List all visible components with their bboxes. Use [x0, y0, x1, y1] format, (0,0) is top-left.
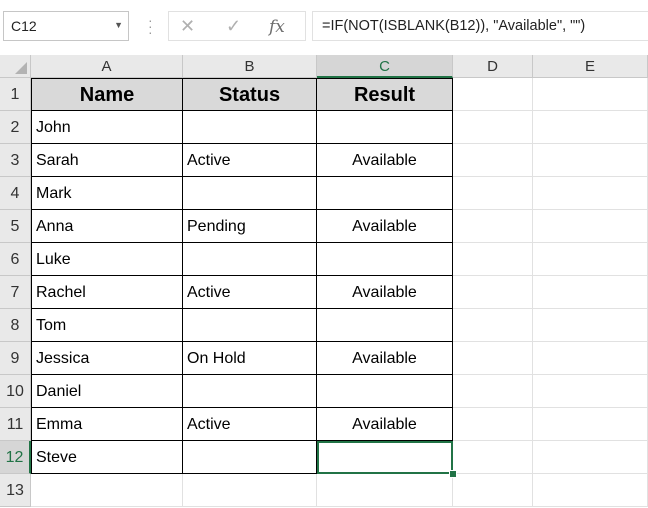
- column-header-a[interactable]: A: [31, 55, 183, 78]
- formula-buttons: ✕ ✓ fx: [168, 11, 306, 41]
- row-header-9[interactable]: 9: [0, 342, 31, 375]
- column-title-status[interactable]: Status: [183, 78, 317, 111]
- table-cell[interactable]: Active: [183, 276, 317, 309]
- enter-icon[interactable]: ✓: [226, 16, 241, 37]
- table-cell[interactable]: Active: [183, 408, 317, 441]
- chevron-down-icon[interactable]: ▼: [114, 20, 123, 30]
- table-cell[interactable]: [317, 177, 453, 210]
- table-cell[interactable]: Sarah: [31, 144, 183, 177]
- row-header-4[interactable]: 4: [0, 177, 31, 210]
- table-cell[interactable]: [183, 309, 317, 342]
- empty-cell[interactable]: [31, 474, 183, 507]
- table-cell[interactable]: Rachel: [31, 276, 183, 309]
- name-box-value: C12: [11, 18, 37, 34]
- empty-cell[interactable]: [183, 474, 317, 507]
- select-all-button[interactable]: [0, 55, 31, 78]
- row-header-7[interactable]: 7: [0, 276, 31, 309]
- empty-cell[interactable]: [533, 177, 648, 210]
- empty-cell[interactable]: [453, 210, 533, 243]
- table-cell[interactable]: Available: [317, 408, 453, 441]
- row-header-13[interactable]: 13: [0, 474, 31, 507]
- empty-cell[interactable]: [453, 408, 533, 441]
- empty-cell[interactable]: [533, 474, 648, 507]
- row-header-6[interactable]: 6: [0, 243, 31, 276]
- table-cell[interactable]: [183, 375, 317, 408]
- table-cell[interactable]: [183, 177, 317, 210]
- table-cell[interactable]: Emma: [31, 408, 183, 441]
- table-cell[interactable]: Available: [317, 276, 453, 309]
- column-title-name[interactable]: Name: [31, 78, 183, 111]
- table-cell[interactable]: Available: [317, 342, 453, 375]
- empty-cell[interactable]: [453, 144, 533, 177]
- empty-cell[interactable]: [533, 243, 648, 276]
- empty-cell[interactable]: [533, 111, 648, 144]
- formula-input[interactable]: =IF(NOT(ISBLANK(B12)), "Available", ""): [312, 11, 648, 41]
- table-cell[interactable]: Tom: [31, 309, 183, 342]
- cancel-icon[interactable]: ✕: [180, 16, 195, 37]
- empty-cell[interactable]: [533, 276, 648, 309]
- empty-cell[interactable]: [533, 78, 648, 111]
- empty-cell[interactable]: [453, 177, 533, 210]
- table-cell[interactable]: Luke: [31, 243, 183, 276]
- column-header-b[interactable]: B: [183, 55, 317, 78]
- empty-cell[interactable]: [453, 243, 533, 276]
- row-header-5[interactable]: 5: [0, 210, 31, 243]
- table-cell[interactable]: Available: [317, 210, 453, 243]
- empty-cell[interactable]: [533, 408, 648, 441]
- table-cell[interactable]: [183, 111, 317, 144]
- row-header-3[interactable]: 3: [0, 144, 31, 177]
- table-cell[interactable]: Pending: [183, 210, 317, 243]
- insert-function-icon[interactable]: fx: [269, 17, 285, 37]
- column-header-d[interactable]: D: [453, 55, 533, 78]
- table-cell[interactable]: John: [31, 111, 183, 144]
- empty-cell[interactable]: [533, 309, 648, 342]
- table-cell[interactable]: On Hold: [183, 342, 317, 375]
- row-header-11[interactable]: 11: [0, 408, 31, 441]
- table-cell[interactable]: Mark: [31, 177, 183, 210]
- formula-text: =IF(NOT(ISBLANK(B12)), "Available", ""): [322, 18, 586, 34]
- empty-cell[interactable]: [453, 474, 533, 507]
- empty-cell[interactable]: [533, 144, 648, 177]
- table-cell[interactable]: Jessica: [31, 342, 183, 375]
- empty-cell[interactable]: [453, 276, 533, 309]
- empty-cell[interactable]: [317, 474, 453, 507]
- row-header-1[interactable]: 1: [0, 78, 31, 111]
- name-box[interactable]: C12 ▼: [3, 11, 129, 41]
- column-header-e[interactable]: E: [533, 55, 648, 78]
- empty-cell[interactable]: [453, 441, 533, 474]
- table-cell[interactable]: [317, 111, 453, 144]
- row-header-2[interactable]: 2: [0, 111, 31, 144]
- empty-cell[interactable]: [533, 441, 648, 474]
- formula-bar-area: C12 ▼ · · · ✕ ✓ fx =IF(NOT(ISBLANK(B12)), …: [0, 0, 648, 54]
- column-title-result[interactable]: Result: [317, 78, 453, 111]
- row-header-8[interactable]: 8: [0, 309, 31, 342]
- table-cell[interactable]: [317, 309, 453, 342]
- table-cell[interactable]: [317, 243, 453, 276]
- table-cell[interactable]: [317, 375, 453, 408]
- empty-cell[interactable]: [533, 375, 648, 408]
- empty-cell[interactable]: [453, 111, 533, 144]
- empty-cell[interactable]: [453, 375, 533, 408]
- fill-handle[interactable]: [449, 470, 457, 478]
- table-cell[interactable]: Available: [317, 144, 453, 177]
- table-cell[interactable]: Daniel: [31, 375, 183, 408]
- empty-cell[interactable]: [533, 342, 648, 375]
- drag-handle-icon[interactable]: · · ·: [148, 13, 153, 39]
- column-header-c[interactable]: C: [317, 55, 453, 78]
- row-header-12[interactable]: 12: [0, 441, 31, 474]
- empty-cell[interactable]: [453, 78, 533, 111]
- empty-cell[interactable]: [453, 342, 533, 375]
- empty-cell[interactable]: [533, 210, 648, 243]
- table-cell[interactable]: Anna: [31, 210, 183, 243]
- table-cell[interactable]: [183, 243, 317, 276]
- select-all-triangle-icon: [15, 62, 27, 74]
- table-cell[interactable]: [183, 441, 317, 474]
- empty-cell[interactable]: [453, 309, 533, 342]
- table-cell[interactable]: Steve: [31, 441, 183, 474]
- row-header-10[interactable]: 10: [0, 375, 31, 408]
- table-cell[interactable]: Active: [183, 144, 317, 177]
- selected-cell-c12[interactable]: [317, 441, 453, 474]
